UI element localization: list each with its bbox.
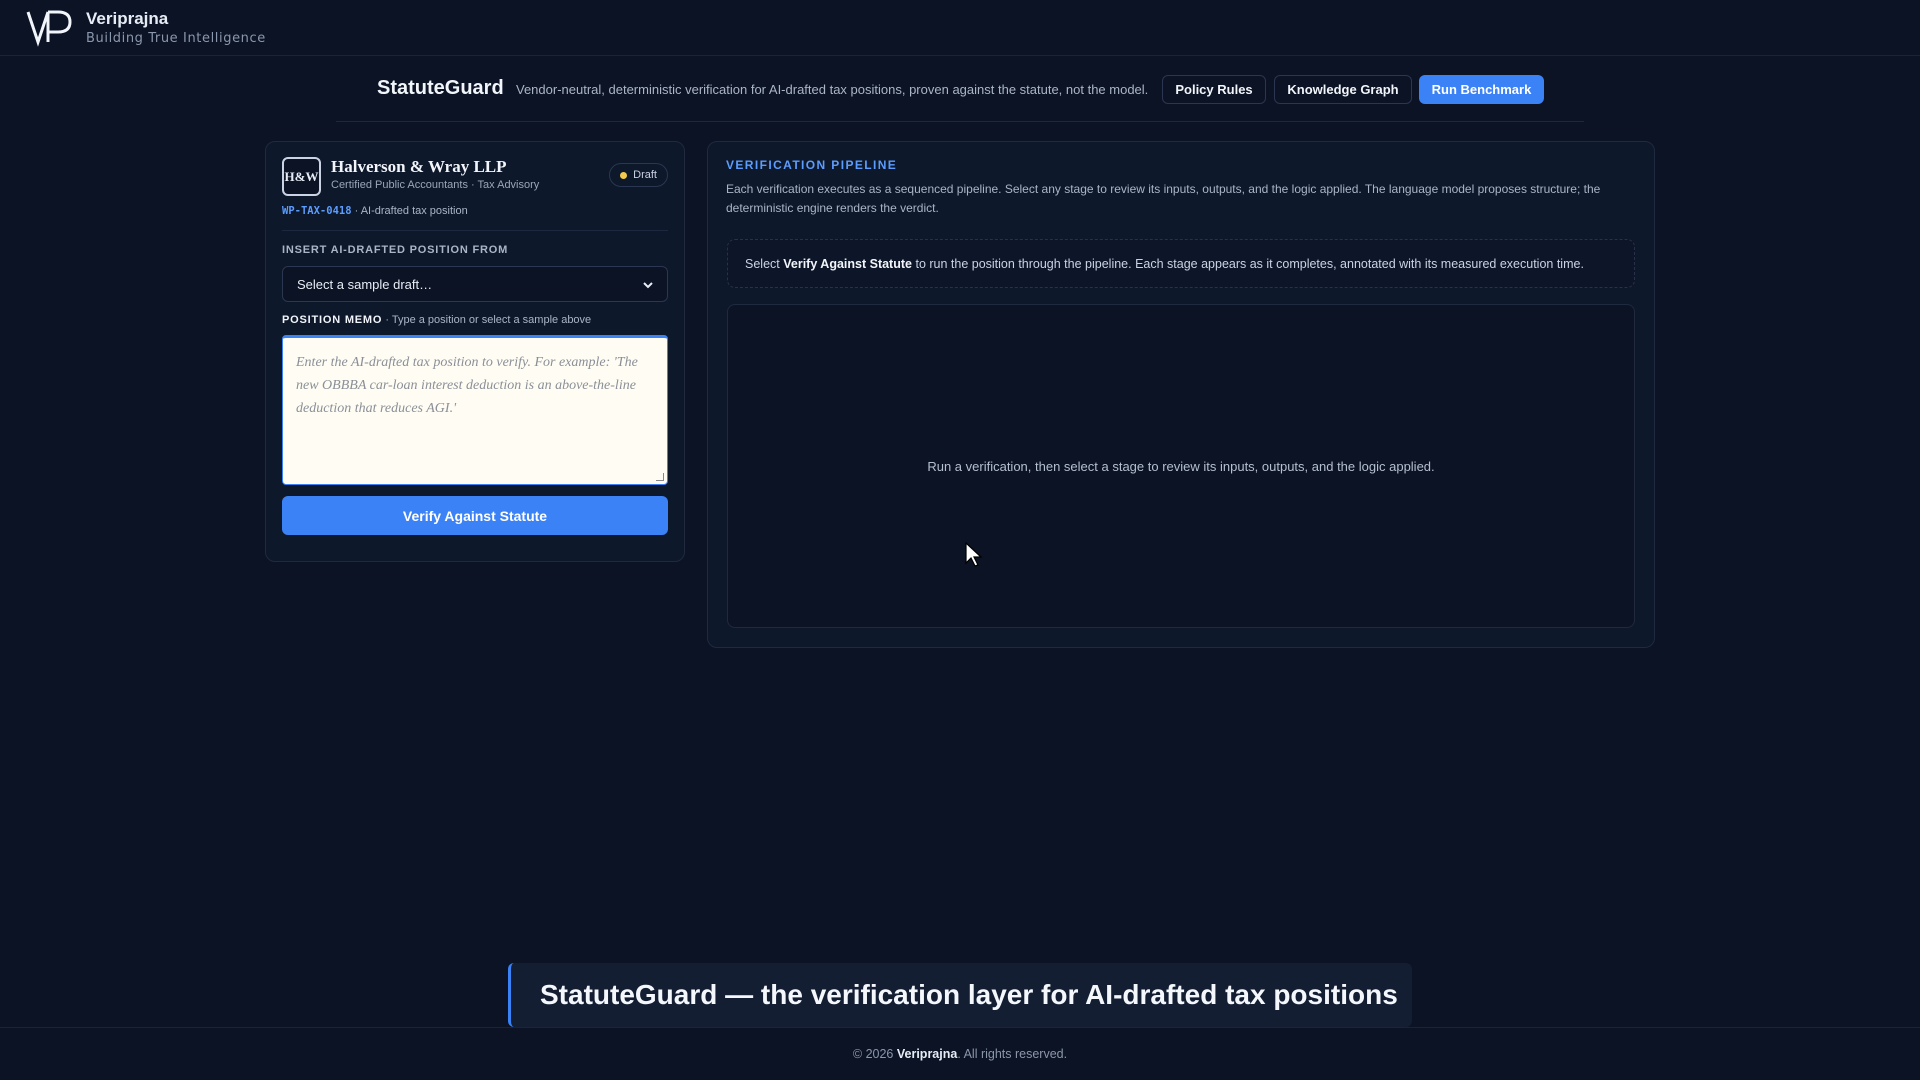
verify-against-statute-button[interactable]: Verify Against Statute bbox=[282, 496, 668, 535]
chevron-down-icon bbox=[643, 277, 653, 292]
info-bold-action: Verify Against Statute bbox=[783, 256, 912, 271]
footer-copyright: © 2026 bbox=[852, 1047, 894, 1061]
footer: © 2026 Veriprajna. All rights reserved. bbox=[0, 1027, 1920, 1080]
knowledge-graph-button[interactable]: Knowledge Graph bbox=[1274, 75, 1412, 104]
page-subtitle: Vendor-neutral, deterministic verificati… bbox=[516, 82, 1149, 97]
position-input-panel: H&W Halverson & Wray LLP Certified Publi… bbox=[265, 141, 685, 562]
mouse-cursor-icon bbox=[964, 541, 984, 568]
document-reference: WP-TAX-0418 · AI-drafted tax position bbox=[282, 205, 468, 217]
policy-rules-button[interactable]: Policy Rules bbox=[1162, 75, 1266, 104]
sample-draft-select[interactable]: Select a sample draft… bbox=[282, 266, 668, 302]
resize-handle-icon[interactable] bbox=[656, 473, 664, 481]
sample-draft-select-value: Select a sample draft… bbox=[297, 276, 433, 292]
caption-banner: StatuteGuard — the verification layer fo… bbox=[508, 963, 1412, 1027]
brand-block: Veriprajna Building True Intelligence bbox=[86, 9, 266, 46]
pipeline-instructions: Select Verify Against Statute to run the… bbox=[727, 239, 1635, 288]
position-memo-hint: · Type a position or select a sample abo… bbox=[385, 314, 592, 326]
document-type: · AI-drafted tax position bbox=[354, 205, 468, 217]
info-suffix: to run the position through the pipeline… bbox=[915, 256, 1584, 271]
footer-brand[interactable]: Veriprajna bbox=[897, 1047, 957, 1061]
pipeline-title: VERIFICATION PIPELINE bbox=[726, 158, 898, 172]
position-memo-placeholder: Enter the AI-drafted tax position to ver… bbox=[296, 355, 638, 416]
stage-detail-area: Run a verification, then select a stage … bbox=[727, 304, 1635, 628]
brand-name[interactable]: Veriprajna bbox=[86, 9, 266, 29]
verification-pipeline-panel: VERIFICATION PIPELINE Each verification … bbox=[707, 141, 1655, 648]
status-dot-icon bbox=[620, 171, 628, 179]
footer-rights: . All rights reserved. bbox=[957, 1047, 1068, 1061]
status-badge: Draft bbox=[609, 163, 668, 187]
veriprajna-logo-icon[interactable] bbox=[26, 8, 74, 48]
empty-state-message: Run a verification, then select a stage … bbox=[927, 458, 1435, 474]
firm-description: Certified Public Accountants · Tax Advis… bbox=[331, 179, 540, 191]
page-title: StatuteGuard bbox=[377, 77, 504, 99]
run-benchmark-button[interactable]: Run Benchmark bbox=[1419, 75, 1544, 104]
status-badge-label: Draft bbox=[633, 169, 657, 181]
position-memo-label: POSITION MEMO · Type a position or selec… bbox=[282, 314, 591, 326]
position-memo-title: POSITION MEMO bbox=[282, 314, 383, 326]
document-id: WP-TAX-0418 bbox=[282, 205, 352, 217]
divider bbox=[282, 230, 668, 231]
brand-tagline: Building True Intelligence bbox=[86, 31, 266, 46]
app-header: StatuteGuard Vendor-neutral, determinist… bbox=[336, 70, 1584, 122]
insert-position-label: INSERT AI-DRAFTED POSITION FROM bbox=[282, 244, 509, 256]
pipeline-description: Each verification executes as a sequence… bbox=[726, 182, 1601, 215]
top-bar: Veriprajna Building True Intelligence bbox=[0, 0, 1920, 56]
firm-logo: H&W bbox=[282, 157, 321, 196]
firm-name: Halverson & Wray LLP bbox=[331, 157, 507, 176]
position-memo-textarea[interactable]: Enter the AI-drafted tax position to ver… bbox=[282, 335, 668, 485]
info-prefix: Select bbox=[745, 256, 780, 271]
